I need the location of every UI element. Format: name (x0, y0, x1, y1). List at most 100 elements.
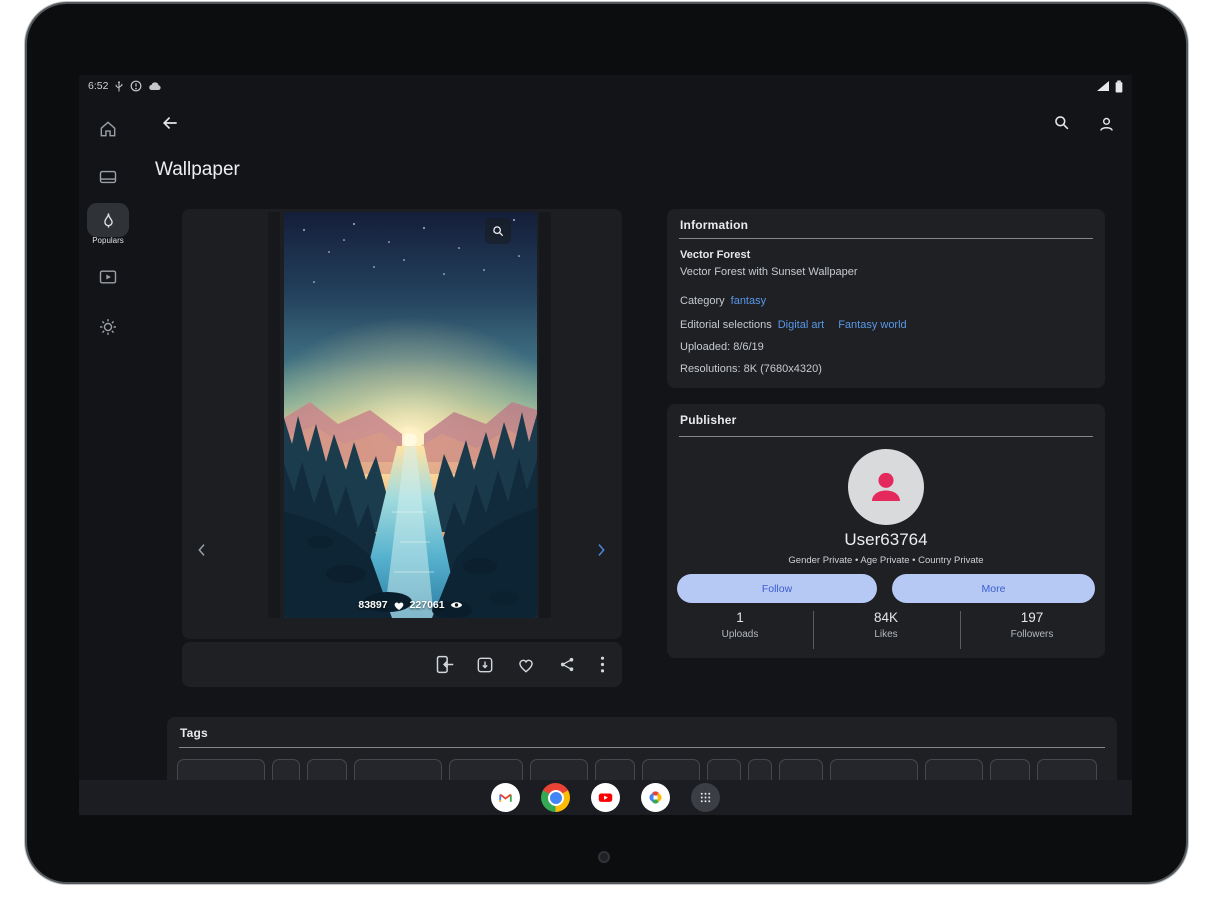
search-button[interactable] (1049, 110, 1073, 134)
wallpaper-image (284, 212, 537, 618)
more-button[interactable]: More (892, 574, 1095, 603)
back-arrow-icon (160, 113, 180, 133)
set-wallpaper-button[interactable] (432, 653, 456, 677)
category-link[interactable]: fantasy (731, 295, 766, 307)
usb-icon (114, 80, 124, 93)
chevron-right-icon (593, 540, 609, 560)
alert-icon (130, 80, 142, 92)
category-label: Category (680, 295, 725, 307)
wallpaper-action-bar (182, 642, 622, 687)
stat-likes: 84K Likes (813, 610, 959, 640)
wallpaper-name: Vector Forest (680, 249, 750, 261)
sidebar-item-settings[interactable] (96, 315, 120, 339)
publisher-meta: Gender Private • Age Private • Country P… (667, 555, 1105, 566)
sidebar-item-banners[interactable] (96, 165, 120, 189)
editorial-link-fantasy-world[interactable]: Fantasy world (838, 319, 906, 331)
gmail-app-icon[interactable] (491, 783, 520, 812)
zoom-button[interactable] (485, 218, 511, 244)
save-icon (475, 655, 495, 675)
eye-icon (450, 600, 463, 610)
followers-label: Followers (959, 629, 1105, 640)
chrome-app-icon[interactable] (541, 783, 570, 812)
app-drawer-button[interactable] (691, 783, 720, 812)
views-count: 227061 (410, 599, 445, 611)
sidebar-item-populars[interactable] (87, 203, 129, 237)
banner-icon (98, 167, 118, 187)
gmail-icon (497, 789, 514, 806)
divider (960, 611, 961, 649)
share-icon (558, 655, 577, 674)
wallpaper-stats: 83897 227061 (284, 599, 537, 611)
wallpaper-subtitle: Vector Forest with Sunset Wallpaper (680, 266, 858, 278)
page-title: Wallpaper (155, 159, 240, 181)
populars-icon (99, 211, 118, 230)
tags-title: Tags (180, 726, 208, 740)
photos-app-icon[interactable] (641, 783, 670, 812)
share-button[interactable] (555, 653, 579, 677)
editorial-label: Editorial selections (680, 319, 772, 331)
clock: 6:52 (88, 80, 108, 92)
chevron-left-icon (194, 540, 210, 560)
back-button[interactable] (158, 111, 182, 135)
search-icon (1052, 113, 1071, 132)
heart-outline-icon (516, 655, 536, 675)
divider (679, 436, 1093, 437)
more-options-button[interactable] (596, 653, 608, 677)
screen: 6:52 Wallpaper Populars (79, 75, 1132, 815)
heart-icon (393, 600, 405, 611)
publisher-title: Publisher (680, 413, 736, 427)
followers-value: 197 (959, 610, 1105, 625)
status-bar: 6:52 (79, 75, 1132, 97)
divider (179, 747, 1105, 748)
sidebar-item-videos[interactable] (96, 265, 120, 289)
more-button-label: More (982, 583, 1006, 595)
wallpaper-carousel: 83897 227061 (182, 209, 622, 639)
youtube-icon (596, 788, 615, 807)
follow-button[interactable]: Follow (677, 574, 877, 603)
avatar-person-icon (865, 466, 907, 508)
cloud-icon (148, 81, 161, 91)
app-grid-icon (698, 790, 713, 805)
likes-label: Likes (813, 629, 959, 640)
front-camera (598, 851, 610, 863)
taskbar (79, 780, 1132, 815)
uploads-value: 1 (667, 610, 813, 625)
publisher-card: Publisher User63764 Gender Private • Age… (667, 404, 1105, 658)
follow-button-label: Follow (762, 583, 792, 595)
wallpaper-preview[interactable]: 83897 227061 (284, 212, 537, 618)
signal-icon (1097, 81, 1109, 91)
youtube-app-icon[interactable] (591, 783, 620, 812)
information-title: Information (680, 218, 748, 232)
magnifier-icon (491, 224, 505, 238)
photos-icon (646, 788, 665, 807)
tablet-frame: 6:52 Wallpaper Populars (27, 4, 1186, 882)
set-wallpaper-icon (434, 654, 455, 675)
home-icon (98, 119, 118, 139)
sidebar-item-home[interactable] (96, 117, 120, 141)
resolutions: Resolutions: 8K (7680x4320) (680, 363, 822, 375)
publisher-username: User63764 (667, 530, 1105, 550)
uploaded-date: Uploaded: 8/6/19 (680, 341, 764, 353)
sidebar-item-populars-label: Populars (79, 236, 137, 245)
carousel-next-button[interactable] (589, 538, 613, 562)
likes-count: 83897 (358, 599, 387, 611)
uploads-label: Uploads (667, 629, 813, 640)
likes-value: 84K (813, 610, 959, 625)
favorite-button[interactable] (514, 653, 538, 677)
divider (679, 238, 1093, 239)
save-button[interactable] (473, 653, 497, 677)
editorial-link-digital-art[interactable]: Digital art (778, 319, 824, 331)
video-icon (98, 267, 118, 287)
gear-icon (98, 317, 118, 337)
publisher-avatar (848, 449, 924, 525)
carousel-prev-button[interactable] (190, 538, 214, 562)
profile-button[interactable] (1094, 112, 1118, 136)
battery-icon (1115, 80, 1123, 93)
stat-uploads: 1 Uploads (667, 610, 813, 640)
carousel-next-peek (539, 212, 551, 618)
information-card: Information Vector Forest Vector Forest … (667, 209, 1105, 388)
carousel-prev-peek (268, 212, 280, 618)
person-icon (1097, 115, 1116, 134)
overflow-icon (600, 655, 605, 674)
stat-followers: 197 Followers (959, 610, 1105, 640)
